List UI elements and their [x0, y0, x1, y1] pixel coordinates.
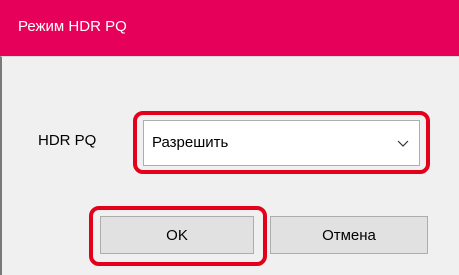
hdr-pq-dialog: Режим HDR PQ HDR PQ Разрешить OK Отмена — [0, 0, 459, 275]
ok-button[interactable]: OK — [100, 216, 254, 254]
cancel-button[interactable]: Отмена — [270, 216, 428, 254]
cancel-button-label: Отмена — [322, 226, 376, 244]
hdr-pq-select-value: Разрешить — [152, 134, 229, 151]
window-title: Режим HDR PQ — [18, 18, 127, 35]
chevron-down-icon[interactable] — [395, 135, 411, 151]
title-bar: Режим HDR PQ — [0, 0, 459, 56]
ok-button-label: OK — [166, 226, 188, 244]
hdr-pq-label: HDR PQ — [38, 132, 97, 149]
hdr-pq-select[interactable]: Разрешить — [143, 120, 420, 166]
